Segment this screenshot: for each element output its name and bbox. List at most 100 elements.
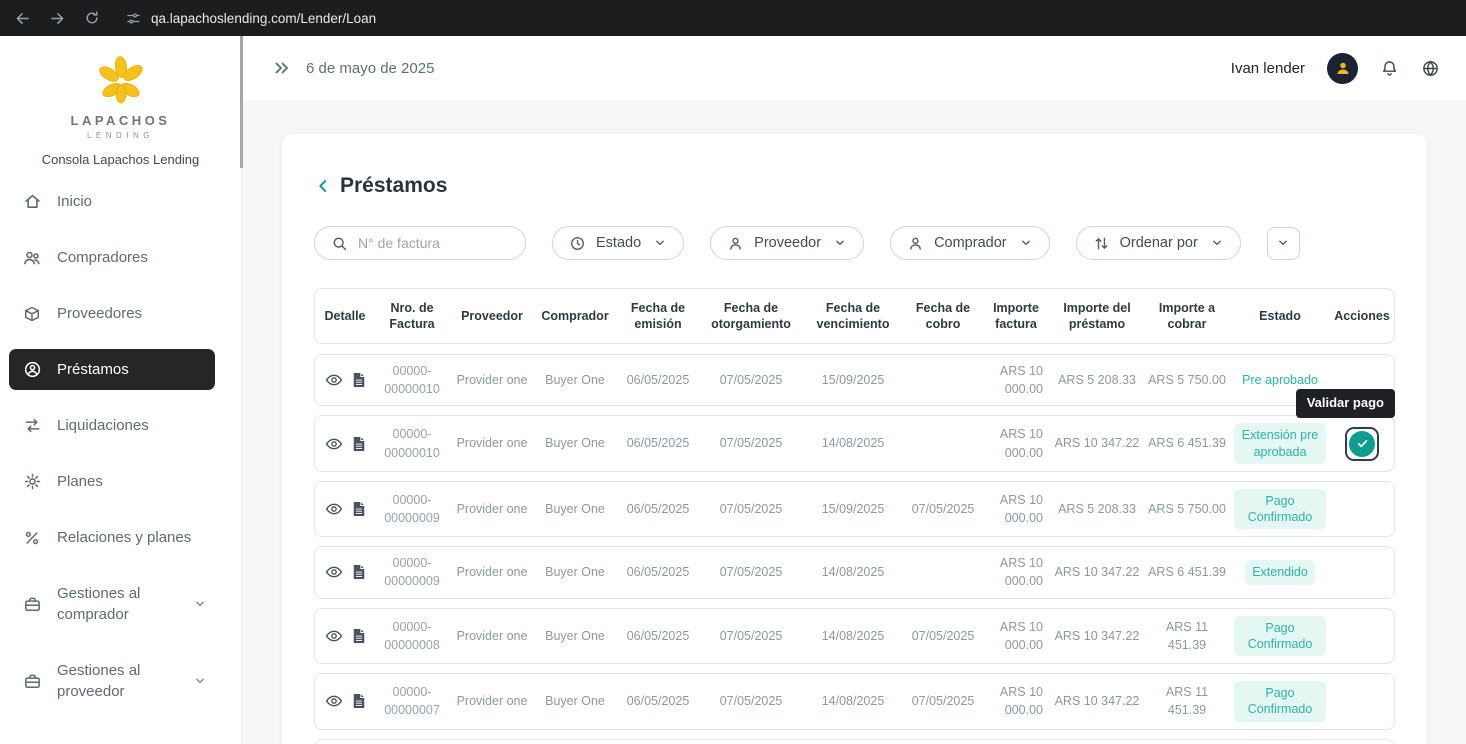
sidebar-item-proveedores[interactable]: Proveedores xyxy=(9,293,215,334)
eye-icon[interactable] xyxy=(325,500,343,518)
site-settings-icon[interactable] xyxy=(126,11,141,26)
eye-icon[interactable] xyxy=(325,627,343,645)
eye-icon[interactable] xyxy=(325,692,343,710)
eye-icon[interactable] xyxy=(325,371,343,389)
detalle-cell xyxy=(315,690,375,712)
briefcase-icon xyxy=(22,595,42,614)
page-title: Préstamos xyxy=(340,174,447,198)
document-icon[interactable] xyxy=(352,693,366,709)
column-header: Nro. de Factura xyxy=(375,300,449,333)
fecha-otorgamiento-cell: 07/05/2025 xyxy=(701,561,801,583)
sidebar-item-liquidaciones[interactable]: Liquidaciones xyxy=(9,405,215,446)
home-icon xyxy=(22,192,42,211)
url-text[interactable]: qa.lapachoslending.com/Lender/Loan xyxy=(151,11,376,26)
sidebar-item-label: Gestiones al proveedor xyxy=(57,660,178,702)
column-header: Importe del préstamo xyxy=(1051,300,1143,333)
comprador-filter[interactable]: Comprador xyxy=(890,226,1050,260)
comprador-filter-label: Comprador xyxy=(934,235,1007,251)
estado-cell: Extensión pre aprobada xyxy=(1231,421,1329,466)
more-filters-button[interactable] xyxy=(1267,227,1300,260)
importe-cobrar-cell: ARS 11 451.39 xyxy=(1143,616,1231,656)
importe-factura-cell: ARS 10 000.00 xyxy=(981,423,1051,463)
proveedor-cell: Provider one xyxy=(449,432,535,454)
back-chevron-icon[interactable] xyxy=(314,177,332,195)
importe-factura-cell: ARS 10 000.00 xyxy=(981,360,1051,400)
sidebar-item-gestiones-comprador[interactable]: Gestiones al comprador xyxy=(9,573,215,635)
comprador-cell: Buyer One xyxy=(535,498,615,520)
sidebar-item-prestamos[interactable]: Préstamos xyxy=(9,349,215,390)
comprador-cell: Buyer One xyxy=(535,561,615,583)
proveedor-cell: Provider one xyxy=(449,690,535,712)
status-clock-icon xyxy=(569,235,586,252)
fecha-otorgamiento-cell: 07/05/2025 xyxy=(701,690,801,712)
document-icon[interactable] xyxy=(352,436,366,452)
sidebar-item-label: Inicio xyxy=(57,191,207,212)
importe-factura-cell: ARS 10 000.00 xyxy=(981,552,1051,592)
column-header: Importe a cobrar xyxy=(1143,300,1231,333)
search-input[interactable] xyxy=(358,235,509,251)
forward-icon[interactable] xyxy=(49,10,66,27)
search-icon xyxy=(331,235,348,252)
sidebar-item-planes[interactable]: Planes xyxy=(9,461,215,502)
fecha-vencimiento-cell: 15/09/2025 xyxy=(801,369,905,391)
fecha-cobro-cell: 07/05/2025 xyxy=(905,690,981,712)
detalle-cell xyxy=(315,433,375,455)
comprador-cell: Buyer One xyxy=(535,369,615,391)
ordenar-filter[interactable]: Ordenar por xyxy=(1076,226,1241,260)
eye-icon[interactable] xyxy=(325,435,343,453)
importe-prestamo-cell: ARS 5 208.33 xyxy=(1051,498,1143,520)
avatar[interactable] xyxy=(1327,53,1358,84)
document-icon[interactable] xyxy=(352,501,366,517)
column-header: Detalle xyxy=(315,308,375,324)
refresh-icon[interactable] xyxy=(84,10,100,26)
transfer-icon xyxy=(22,416,42,435)
importe-factura-cell: ARS 10 000.00 xyxy=(981,489,1051,529)
fecha-cobro-cell xyxy=(905,442,981,446)
sidebar-item-relaciones-y-planes[interactable]: Relaciones y planes xyxy=(9,517,215,558)
importe-prestamo-cell: ARS 10 347.22 xyxy=(1051,561,1143,583)
proveedor-cell: Provider one xyxy=(449,369,535,391)
importe-cobrar-cell: ARS 6 451.39 xyxy=(1143,561,1231,583)
status-badge: Pago Confirmado xyxy=(1234,616,1326,657)
estado-cell: Pago Confirmado xyxy=(1231,679,1329,724)
eye-icon[interactable] xyxy=(325,563,343,581)
fecha-otorgamiento-cell: 07/05/2025 xyxy=(701,625,801,647)
back-icon[interactable] xyxy=(14,10,31,27)
fecha-emision-cell: 06/05/2025 xyxy=(615,369,701,391)
validate-payment-tooltip: Validar pago xyxy=(1296,389,1395,418)
importe-prestamo-cell: ARS 5 208.33 xyxy=(1051,369,1143,391)
importe-cobrar-cell: ARS 11 451.39 xyxy=(1143,681,1231,721)
table-row: 00000-00000008Provider oneBuyer One06/05… xyxy=(314,608,1395,665)
sidebar-item-compradores[interactable]: Compradores xyxy=(9,237,215,278)
table-row: 00000-00000009Provider oneBuyer One06/05… xyxy=(314,546,1395,598)
chevron-down-icon xyxy=(1276,236,1290,250)
sidebar-item-inicio[interactable]: Inicio xyxy=(9,181,215,222)
invoice-number: 00000-00000010 xyxy=(375,360,449,400)
comprador-cell: Buyer One xyxy=(535,432,615,454)
document-icon[interactable] xyxy=(352,628,366,644)
validate-payment-button[interactable] xyxy=(1349,431,1375,457)
document-icon[interactable] xyxy=(352,564,366,580)
proveedor-cell: Provider one xyxy=(449,625,535,647)
fecha-otorgamiento-cell: 07/05/2025 xyxy=(701,498,801,520)
fecha-otorgamiento-cell: 07/05/2025 xyxy=(701,369,801,391)
fecha-emision-cell: 06/05/2025 xyxy=(615,690,701,712)
collapse-sidebar-icon[interactable] xyxy=(272,58,292,78)
sidebar-scrollbar[interactable] xyxy=(240,36,243,168)
user-name: Ivan lender xyxy=(1231,60,1305,77)
gear-icon xyxy=(22,472,42,491)
fecha-otorgamiento-cell: 07/05/2025 xyxy=(701,432,801,454)
table-row: 00000-00000010Provider oneBuyer One06/05… xyxy=(314,354,1395,406)
address-bar[interactable]: qa.lapachoslending.com/Lender/Loan xyxy=(126,11,376,26)
column-header: Fecha de emisión xyxy=(615,300,701,333)
document-icon[interactable] xyxy=(352,372,366,388)
invoice-number: 00000-00000010 xyxy=(375,423,449,463)
proveedor-filter[interactable]: Proveedor xyxy=(710,226,864,260)
notifications-bell-icon[interactable] xyxy=(1380,59,1399,78)
estado-filter[interactable]: Estado xyxy=(552,226,684,260)
invoice-search[interactable] xyxy=(314,226,526,260)
sidebar-item-gestiones-proveedor[interactable]: Gestiones al proveedor xyxy=(9,650,215,712)
brand-name: LAPACHOS xyxy=(0,113,241,128)
column-header: Fecha de otorgamiento xyxy=(701,300,801,333)
language-globe-icon[interactable] xyxy=(1421,59,1440,78)
